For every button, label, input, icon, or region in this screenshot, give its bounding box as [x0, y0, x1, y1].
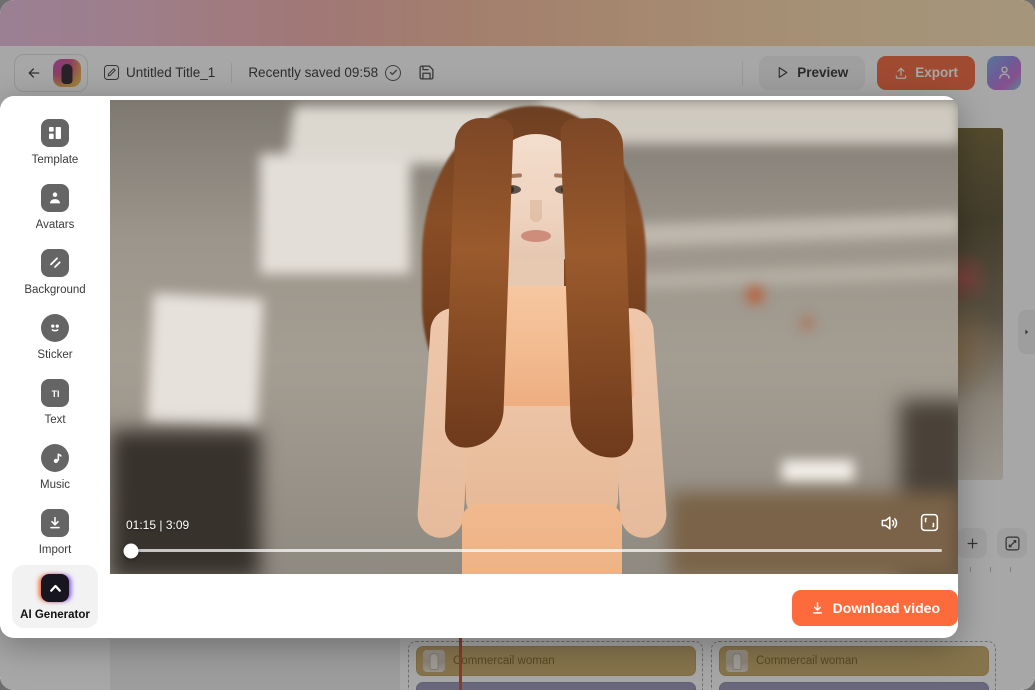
sidebar-item-label: Template	[31, 154, 79, 166]
svg-text:TI: TI	[51, 389, 59, 399]
sidebar-item-label: Sticker	[37, 349, 73, 361]
background-icon	[41, 249, 69, 277]
music-icon	[41, 444, 69, 472]
scene-shape	[782, 460, 854, 482]
download-video-button[interactable]: Download video	[791, 590, 958, 626]
sidebar-item-label: Background	[24, 284, 86, 296]
subject-hair-strand-left	[444, 117, 514, 449]
sidebar-item-ai-generator[interactable]: AI Generator	[12, 565, 98, 628]
download-video-label: Download video	[832, 600, 940, 616]
sidebar-item-template[interactable]: Template	[12, 110, 98, 173]
video-player[interactable]: 01:15 | 3:09	[110, 100, 958, 574]
ai-generator-icon	[41, 574, 69, 602]
sidebar-item-label: Text	[44, 414, 66, 426]
scene-shape	[146, 293, 264, 429]
sidebar-item-label: AI Generator	[20, 609, 90, 621]
video-preview-modal: Template Avatars Background Sticker TI T…	[0, 96, 958, 638]
sidebar-item-import[interactable]: Import	[12, 500, 98, 563]
sticker-icon	[41, 314, 69, 342]
sidebar-item-background[interactable]: Background	[12, 240, 98, 303]
app-root: Untitled Title_1 Recently saved 09:58 Pr…	[0, 0, 1035, 690]
subject-hair-strand-right	[560, 117, 634, 459]
template-icon	[41, 119, 69, 147]
import-icon	[41, 509, 69, 537]
scene-shape	[800, 316, 814, 330]
player-controls: 01:15 | 3:09	[110, 504, 958, 574]
scene-shape	[746, 286, 764, 304]
sidebar-item-music[interactable]: Music	[12, 435, 98, 498]
fullscreen-icon[interactable]	[919, 512, 940, 533]
sidebar-item-avatars[interactable]: Avatars	[12, 175, 98, 238]
player-controls-right	[879, 512, 940, 533]
video-subject	[380, 100, 710, 574]
scrubber-handle[interactable]	[123, 543, 139, 558]
sidebar-item-sticker[interactable]: Sticker	[12, 305, 98, 368]
subject-lips	[521, 230, 551, 242]
sidebar-item-label: Import	[38, 544, 72, 556]
sidebar-item-label: Avatars	[35, 219, 75, 231]
tool-sidebar: Template Avatars Background Sticker TI T…	[0, 96, 110, 638]
scrubber-track[interactable]	[123, 543, 942, 558]
text-icon: TI	[41, 379, 69, 407]
volume-icon[interactable]	[879, 513, 899, 533]
sidebar-item-text[interactable]: TI Text	[12, 370, 98, 433]
download-icon	[810, 601, 825, 616]
sidebar-item-label: Music	[39, 479, 71, 491]
avatars-icon	[41, 184, 69, 212]
subject-nose	[530, 200, 542, 222]
playback-time: 01:15 | 3:09	[126, 518, 190, 532]
